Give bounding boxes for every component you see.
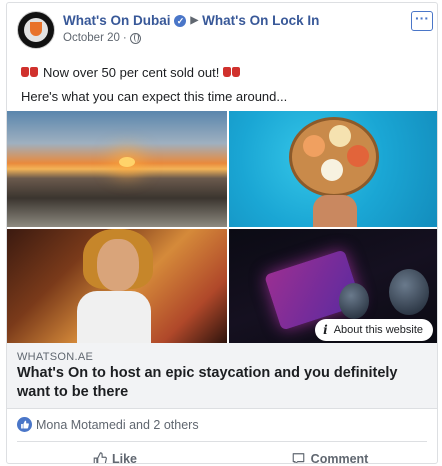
divider — [17, 441, 427, 442]
face-shape — [97, 239, 139, 291]
lamp-shape — [339, 283, 369, 319]
like-reaction-icon — [17, 417, 32, 432]
photo-sunset[interactable] — [7, 111, 227, 227]
lamp-shape — [389, 269, 429, 315]
page-avatar[interactable] — [17, 11, 55, 49]
food-bowl — [303, 135, 325, 157]
globe-icon[interactable] — [129, 32, 141, 44]
comment-icon — [292, 453, 304, 463]
post-text-line1: Now over 50 per cent sold out! — [21, 65, 241, 80]
avatar-logo-icon — [24, 18, 48, 42]
like-label: Like — [111, 452, 137, 464]
about-website-label: About this website — [333, 324, 423, 336]
reactions-summary[interactable]: Mona Motamedi and 2 others — [17, 417, 199, 432]
more-options-button[interactable]: ··· — [411, 11, 433, 31]
post-meta: October 20 · — [63, 32, 141, 44]
link-title[interactable]: What's On to host an epic staycation and… — [17, 364, 427, 402]
photo-neon-club[interactable]: i About this website — [229, 229, 437, 345]
post-text-2: Here's what you can expect this time aro… — [21, 89, 288, 104]
like-button[interactable]: Like — [7, 449, 222, 464]
info-icon: i — [323, 323, 328, 337]
meta-separator: · — [122, 32, 127, 44]
food-bowl — [347, 145, 369, 167]
arm-shape — [313, 195, 357, 227]
author-line: What's On Dubai ✓ ▶ What's On Lock In — [63, 13, 319, 28]
photo-grid[interactable]: i About this website — [7, 111, 437, 345]
emoji-icon — [223, 65, 241, 80]
photo-party[interactable] — [7, 229, 227, 345]
author-name-link[interactable]: What's On Dubai — [63, 13, 170, 28]
thumbs-up-icon — [93, 452, 107, 463]
link-preview[interactable]: WHATSON.AE What's On to host an epic sta… — [7, 343, 437, 409]
verified-icon: ✓ — [174, 14, 187, 27]
post-card: What's On Dubai ✓ ▶ What's On Lock In Oc… — [6, 2, 438, 464]
comment-label: Comment — [310, 452, 369, 464]
photo-pool-tray[interactable] — [229, 111, 437, 227]
comment-button[interactable]: Comment — [222, 449, 437, 464]
post-text-1: Now over 50 per cent sold out! — [43, 65, 220, 80]
action-bar: Like Comment — [7, 449, 437, 464]
food-bowl — [321, 159, 343, 181]
sun-shape — [119, 157, 135, 167]
shirt-shape — [77, 291, 151, 345]
post-date[interactable]: October 20 — [63, 32, 120, 44]
link-domain: WHATSON.AE — [17, 351, 94, 363]
more-icon: ··· — [415, 10, 429, 26]
food-bowl — [329, 125, 351, 147]
emoji-icon — [21, 65, 39, 80]
caret-right-icon: ▶ — [190, 15, 199, 26]
target-page-link[interactable]: What's On Lock In — [202, 13, 319, 28]
post-header: What's On Dubai ✓ ▶ What's On Lock In Oc… — [17, 11, 433, 51]
reactions-text[interactable]: Mona Motamedi and 2 others — [36, 418, 199, 432]
about-website-button[interactable]: i About this website — [315, 319, 433, 341]
